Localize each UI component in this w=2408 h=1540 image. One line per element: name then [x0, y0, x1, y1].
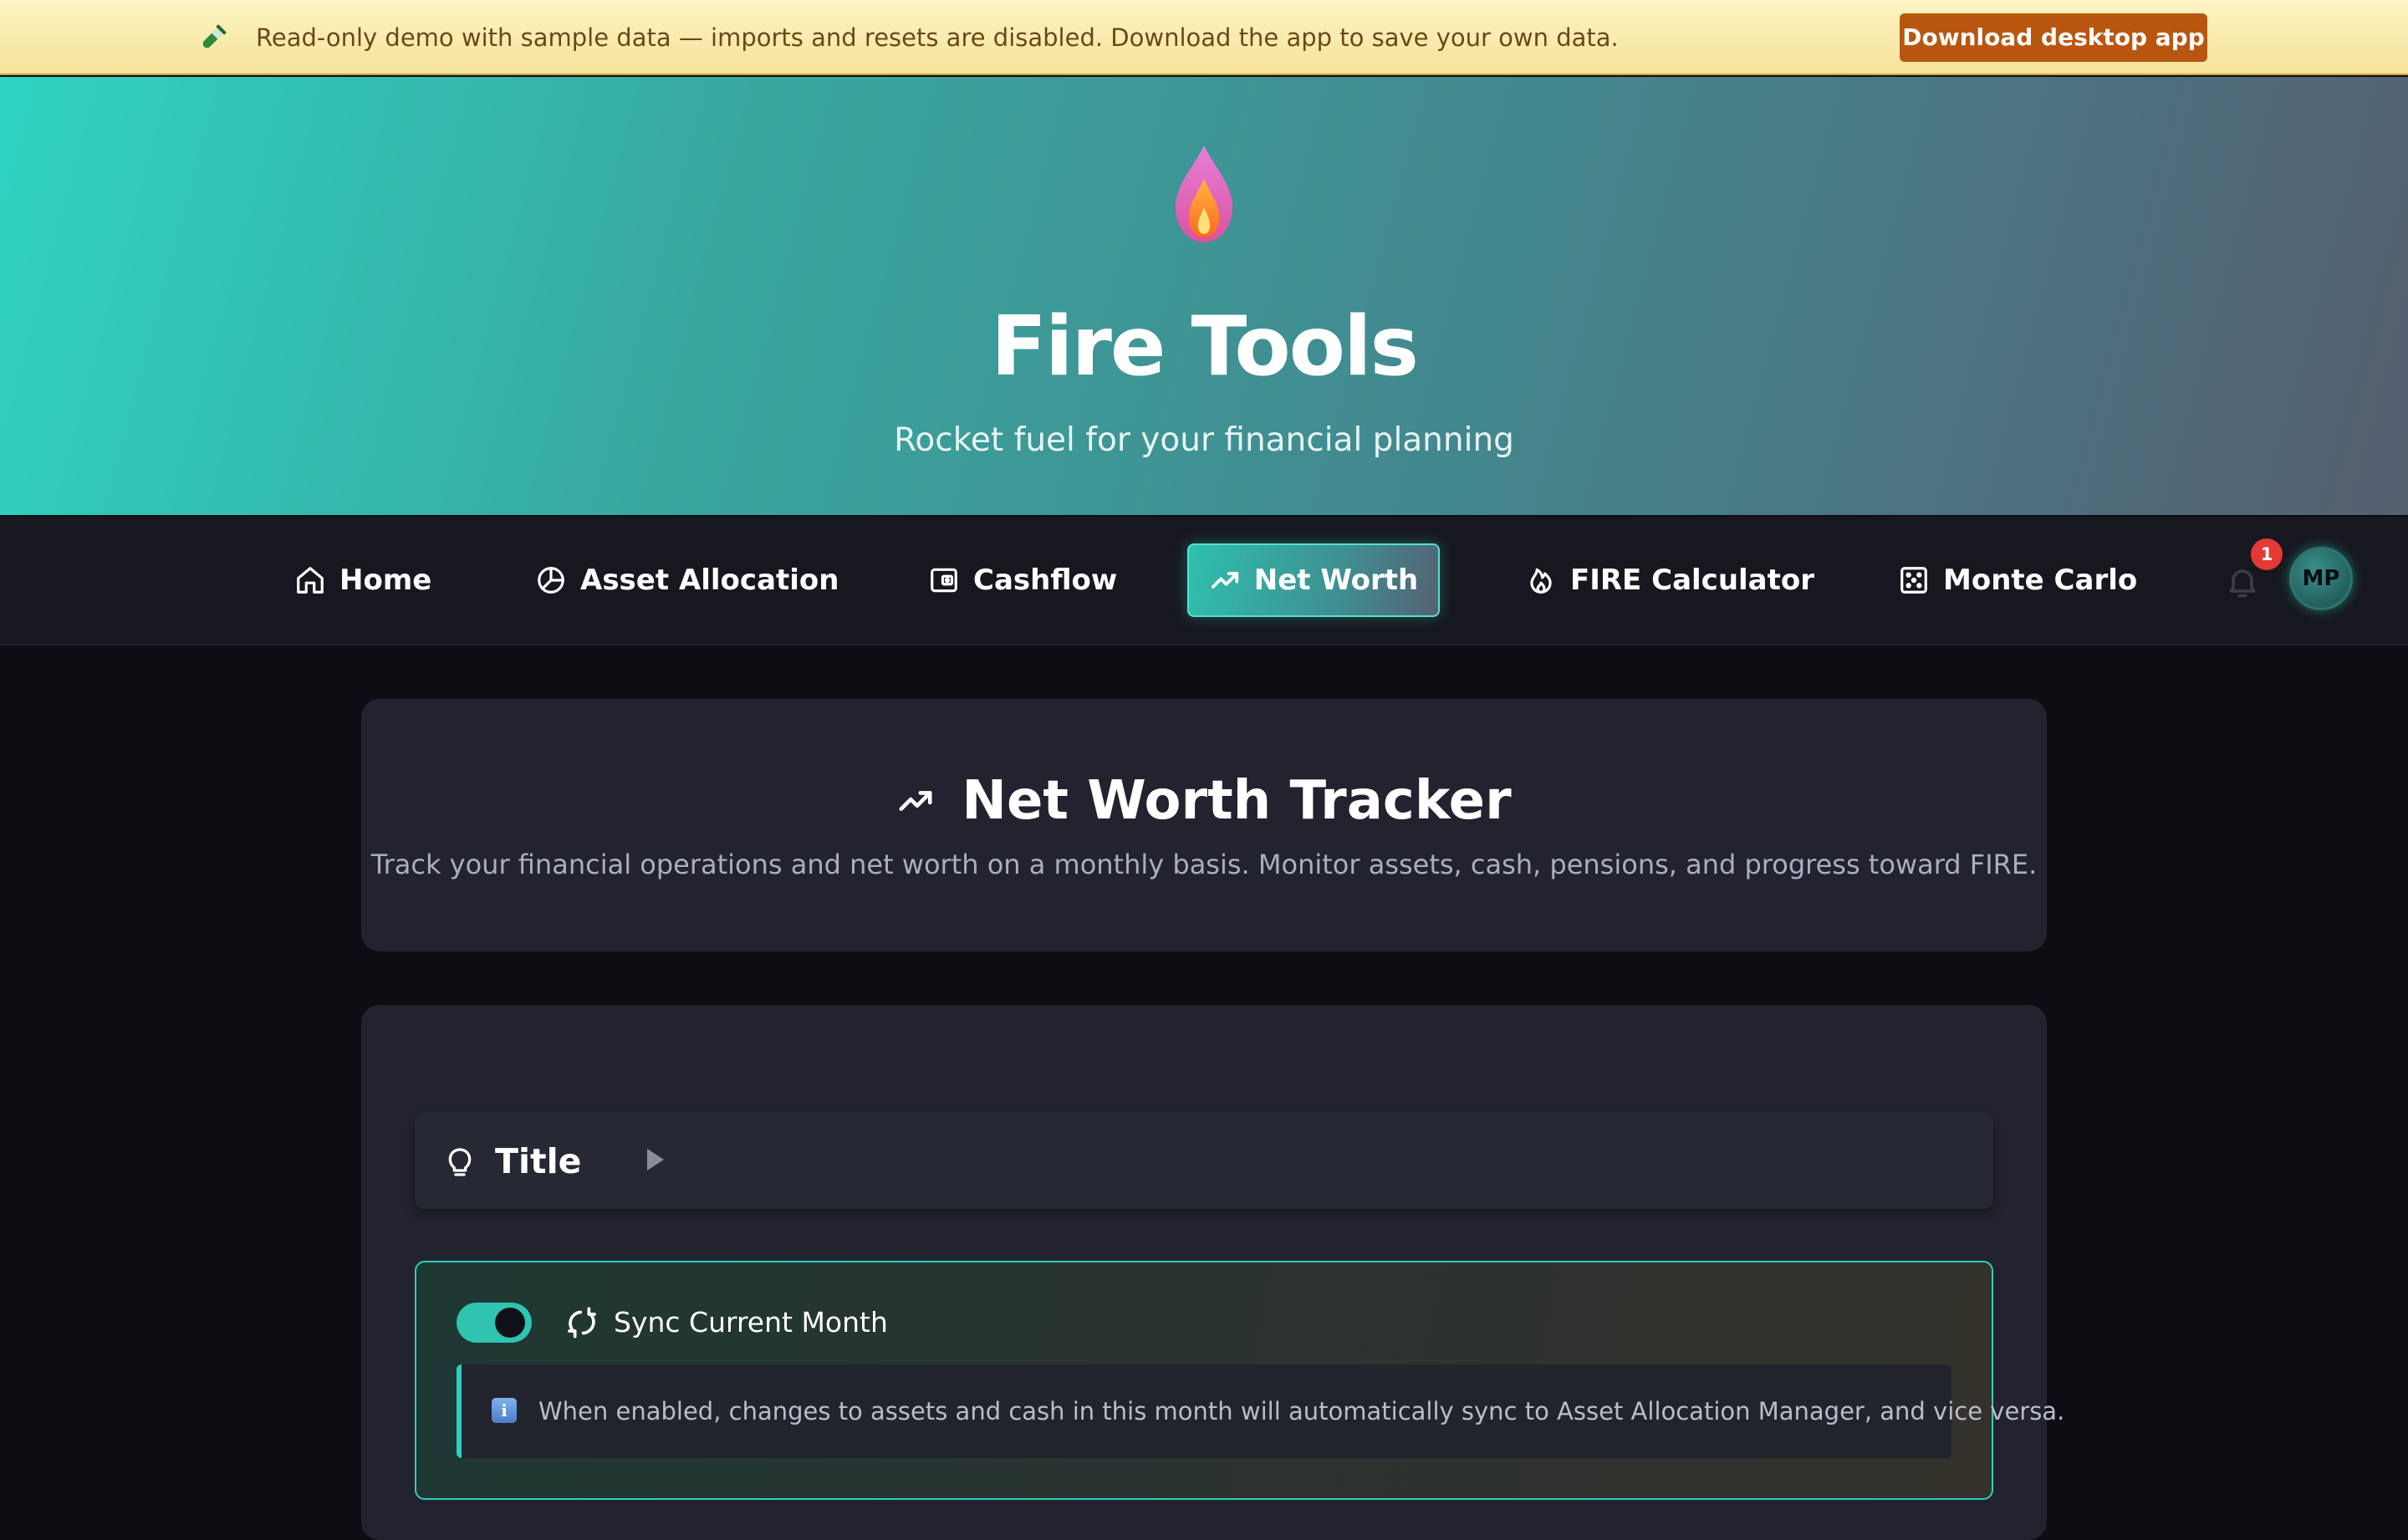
nav-item-net-worth[interactable]: Net Worth [1187, 543, 1440, 617]
tips-title: Title [495, 1141, 582, 1181]
info-icon: i [492, 1398, 517, 1423]
expand-arrow-icon[interactable] [647, 1149, 664, 1170]
net-worth-header-card: Net Worth Tracker Track your financial o… [361, 699, 2047, 951]
trending-up-icon [899, 791, 932, 811]
toggle-knob [495, 1308, 525, 1338]
app-subtitle: Rocket fuel for your financial planning [894, 421, 1514, 459]
notification-badge[interactable]: 1 [2251, 538, 2283, 570]
tips-collapsible[interactable]: Title [415, 1112, 1993, 1209]
nav-item-label: FIRE Calculator [1570, 563, 1815, 597]
sync-label: Sync Current Month [614, 1306, 888, 1339]
sync-info-text: When enabled, changes to assets and cash… [538, 1397, 2065, 1425]
page-title: Net Worth Tracker [962, 770, 1512, 832]
page-description: Track your financial operations and net … [370, 849, 2038, 880]
nav-item-label: Net Worth [1253, 563, 1419, 597]
page-title-row: Net Worth Tracker [361, 767, 2047, 834]
home-icon [297, 567, 324, 594]
nav-item-home[interactable]: Home [294, 543, 431, 617]
refresh-icon [568, 1307, 596, 1339]
main-nav: Home Asset Allocation Cashflow Net Worth… [0, 517, 2408, 645]
nav-item-label: Cashflow [973, 563, 1118, 597]
nav-item-cashflow[interactable]: Cashflow [928, 543, 1117, 617]
hero-section: Fire Tools Rocket fuel for your financia… [0, 77, 2408, 515]
flame-icon [1530, 568, 1552, 594]
app-title: Fire Tools [991, 299, 1419, 395]
nav-item-fire-calculator[interactable]: FIRE Calculator [1525, 543, 1814, 617]
nav-item-asset-allocation[interactable]: Asset Allocation [535, 543, 839, 617]
nav-item-label: Home [339, 563, 432, 597]
pie-chart-icon [538, 567, 564, 594]
demo-banner-text: Read-only demo with sample data — import… [256, 23, 1619, 52]
download-desktop-app-button[interactable]: Download desktop app [1900, 13, 2207, 62]
sync-current-month-panel: Sync Current Month i When enabled, chang… [415, 1261, 2064, 1500]
bell-icon[interactable] [2224, 563, 2261, 600]
flame-logo-icon [1175, 145, 1233, 242]
nav-item-monte-carlo[interactable]: Monte Carlo [1898, 543, 2137, 617]
net-worth-main-card: Title Sync Current Month i When enabled,… [361, 1005, 2064, 1540]
nav-item-label: Asset Allocation [580, 563, 839, 597]
trending-up-icon [1211, 572, 1238, 589]
lightbulb-icon [448, 1148, 472, 1176]
nav-item-label: Monte Carlo [1943, 563, 2138, 597]
wallet-icon [931, 568, 957, 593]
dice-icon [1900, 567, 1927, 594]
sync-info-box: i When enabled, changes to assets and ca… [457, 1364, 2064, 1458]
sync-toggle[interactable] [457, 1303, 532, 1343]
demo-banner: Read-only demo with sample data — import… [0, 0, 2408, 75]
test-tube-icon [202, 24, 227, 48]
user-avatar[interactable]: MP [2289, 547, 2353, 610]
